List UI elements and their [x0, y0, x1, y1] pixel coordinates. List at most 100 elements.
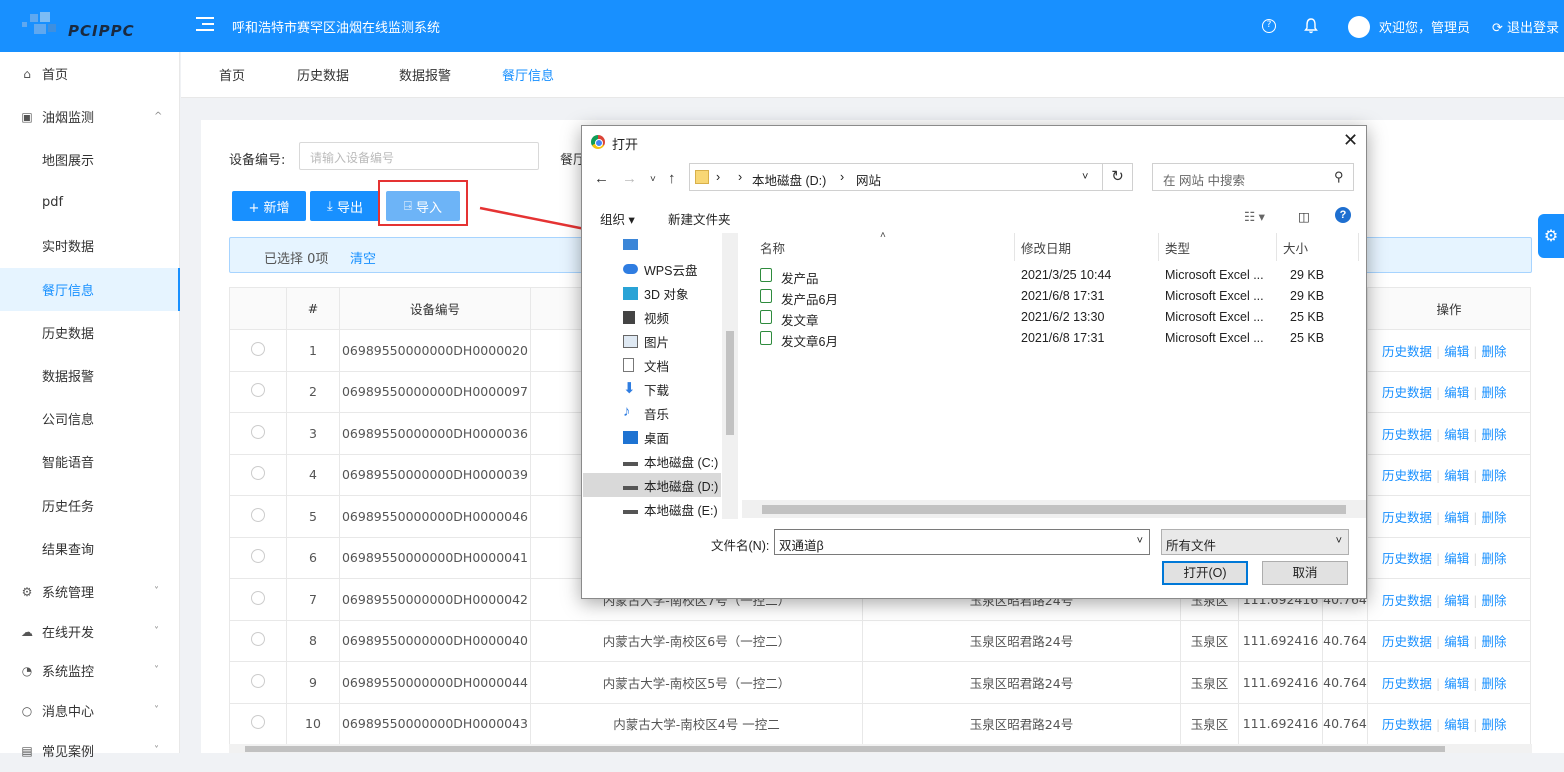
bell-icon[interactable]	[1304, 0, 1318, 52]
filetype-select[interactable]: 所有文件 ˅	[1161, 529, 1349, 555]
sidebar-item-history[interactable]: 历史数据	[0, 311, 180, 354]
sidebar-item-map[interactable]: 地图展示	[0, 138, 180, 181]
sidebar-item-tasks[interactable]: 历史任务	[0, 484, 180, 527]
tree-item-drive-c[interactable]: 本地磁盘 (C:)	[583, 449, 721, 473]
sidebar-item-sysmon[interactable]: ◔ 系统监控 ˅	[0, 649, 180, 692]
tree-item-computer[interactable]	[583, 233, 721, 257]
sidebar-item-results[interactable]: 结果查询	[0, 527, 180, 570]
device-input[interactable]: 请输入设备编号	[299, 142, 539, 170]
path-segment[interactable]: 本地磁盘 (D:)	[752, 170, 826, 189]
delete-link[interactable]: 删除	[1481, 385, 1506, 400]
tree-item-drive-d[interactable]: 本地磁盘 (D:)	[583, 473, 721, 497]
tab-history[interactable]: 历史数据	[297, 65, 349, 84]
history-link[interactable]: 历史数据	[1382, 427, 1432, 442]
organize-menu[interactable]: 组织 ▾	[600, 209, 635, 228]
tree-item-3d[interactable]: 3D 对象	[583, 281, 721, 305]
open-button[interactable]: 打开(O)	[1162, 561, 1248, 585]
history-link[interactable]: 历史数据	[1382, 717, 1432, 732]
avatar[interactable]	[1348, 16, 1370, 38]
settings-gear-icon[interactable]: ⚙	[1538, 214, 1564, 258]
file-list-scrollbar[interactable]	[742, 500, 1366, 518]
delete-link[interactable]: 删除	[1481, 551, 1506, 566]
sidebar-item-alarm[interactable]: 数据报警	[0, 354, 180, 397]
row-select-radio[interactable]	[251, 715, 265, 730]
file-row[interactable]: 发文章 2021/6/2 13:30 Microsoft Excel ... 25 K…	[742, 307, 1362, 328]
forward-arrow-icon[interactable]: →	[622, 170, 637, 187]
up-arrow-icon[interactable]: ↑	[668, 170, 676, 187]
column-header-type[interactable]: 类型	[1165, 238, 1190, 257]
sidebar-item-restaurant[interactable]: 餐厅信息	[0, 268, 180, 311]
sidebar-item-home[interactable]: ⌂ 首页	[0, 52, 180, 95]
row-select-radio[interactable]	[251, 341, 265, 356]
history-link[interactable]: 历史数据	[1382, 676, 1432, 691]
sidebar-item-realtime[interactable]: 实时数据	[0, 224, 180, 267]
tree-item-pictures[interactable]: 图片	[583, 329, 721, 353]
tree-item-wps[interactable]: WPS云盘	[583, 257, 721, 281]
edit-link[interactable]: 编辑	[1444, 468, 1469, 483]
sidebar-item-company[interactable]: 公司信息	[0, 397, 180, 440]
sidebar-item-dev[interactable]: ☁ 在线开发 ˅	[0, 610, 180, 653]
chevron-down-icon[interactable]: ˅	[650, 174, 656, 185]
sidebar-item-fume-monitor[interactable]: ▣ 油烟监测 ^	[0, 95, 180, 138]
export-button[interactable]: ⤓ 导出	[310, 191, 380, 221]
column-header-name[interactable]: 名称	[760, 238, 785, 257]
delete-link[interactable]: 删除	[1481, 344, 1506, 359]
view-options-icon[interactable]: ☷ ▾	[1244, 209, 1265, 224]
history-link[interactable]: 历史数据	[1382, 634, 1432, 649]
add-button[interactable]: + 新增	[232, 191, 306, 221]
tree-item-downloads[interactable]: ⬇ 下载	[583, 377, 721, 401]
menu-toggle-icon[interactable]	[196, 14, 216, 34]
delete-link[interactable]: 删除	[1481, 593, 1506, 608]
new-folder-button[interactable]: 新建文件夹	[668, 209, 731, 228]
edit-link[interactable]: 编辑	[1444, 676, 1469, 691]
search-input[interactable]: 在 网站 中搜索	[1152, 163, 1354, 191]
sidebar-item-pdf[interactable]: pdf	[0, 181, 180, 224]
edit-link[interactable]: 编辑	[1444, 593, 1469, 608]
sidebar-item-messages[interactable]: ○ 消息中心 ˅	[0, 689, 180, 732]
file-row[interactable]: 发产品6月 2021/6/8 17:31 Microsoft Excel ... 29…	[742, 286, 1362, 307]
delete-link[interactable]: 删除	[1481, 468, 1506, 483]
file-row[interactable]: 发文章6月 2021/6/8 17:31 Microsoft Excel ... 25…	[742, 328, 1362, 349]
tree-item-video[interactable]: 视频	[583, 305, 721, 329]
table-row[interactable]: 10 06989550000000DH0000043 内蒙古大学-南校区4号 一控二…	[229, 702, 1531, 745]
cancel-button[interactable]: 取消	[1262, 561, 1348, 585]
filename-input[interactable]: 双通道β ˅	[774, 529, 1150, 555]
edit-link[interactable]: 编辑	[1444, 717, 1469, 732]
table-row[interactable]: 9 06989550000000DH0000044 内蒙古大学-南校区5号（一控二）…	[229, 661, 1531, 704]
clear-selection-link[interactable]: 清空	[350, 248, 376, 267]
address-bar[interactable]: › › 本地磁盘 (D:) › 网站 ˅	[689, 163, 1103, 191]
logout-button[interactable]: ⟳ 退出登录	[1492, 17, 1559, 36]
delete-link[interactable]: 删除	[1481, 427, 1506, 442]
column-header-date[interactable]: 修改日期	[1021, 238, 1071, 257]
row-select-radio[interactable]	[251, 424, 265, 439]
row-select-radio[interactable]	[251, 466, 265, 481]
sidebar-item-voice[interactable]: 智能语音	[0, 440, 180, 483]
delete-link[interactable]: 删除	[1481, 634, 1506, 649]
history-link[interactable]: 历史数据	[1382, 510, 1432, 525]
edit-link[interactable]: 编辑	[1444, 344, 1469, 359]
tree-item-music[interactable]: ♪ 音乐	[583, 401, 721, 425]
sidebar-item-system[interactable]: ⚙ 系统管理 ˅	[0, 570, 180, 613]
tree-item-documents[interactable]: 文档	[583, 353, 721, 377]
close-icon[interactable]: ✕	[1343, 130, 1358, 151]
row-select-radio[interactable]	[251, 590, 265, 605]
tree-scrollbar[interactable]	[722, 233, 738, 519]
row-select-radio[interactable]	[251, 383, 265, 398]
delete-link[interactable]: 删除	[1481, 717, 1506, 732]
history-link[interactable]: 历史数据	[1382, 551, 1432, 566]
tab-alarm[interactable]: 数据报警	[399, 65, 451, 84]
edit-link[interactable]: 编辑	[1444, 551, 1469, 566]
history-link[interactable]: 历史数据	[1382, 468, 1432, 483]
history-link[interactable]: 历史数据	[1382, 385, 1432, 400]
help-icon[interactable]: ?	[1335, 207, 1351, 223]
edit-link[interactable]: 编辑	[1444, 385, 1469, 400]
column-header-size[interactable]: 大小	[1283, 238, 1308, 257]
row-select-radio[interactable]	[251, 673, 265, 688]
chevron-down-icon[interactable]: ˅	[1137, 535, 1143, 547]
table-horizontal-scrollbar[interactable]	[229, 744, 1532, 753]
row-select-radio[interactable]	[251, 632, 265, 647]
sidebar-item-cases[interactable]: ▤ 常见案例 ˅	[0, 729, 180, 772]
tree-item-desktop[interactable]: 桌面	[583, 425, 721, 449]
row-select-radio[interactable]	[251, 507, 265, 522]
preview-pane-icon[interactable]: ◫	[1298, 209, 1310, 224]
